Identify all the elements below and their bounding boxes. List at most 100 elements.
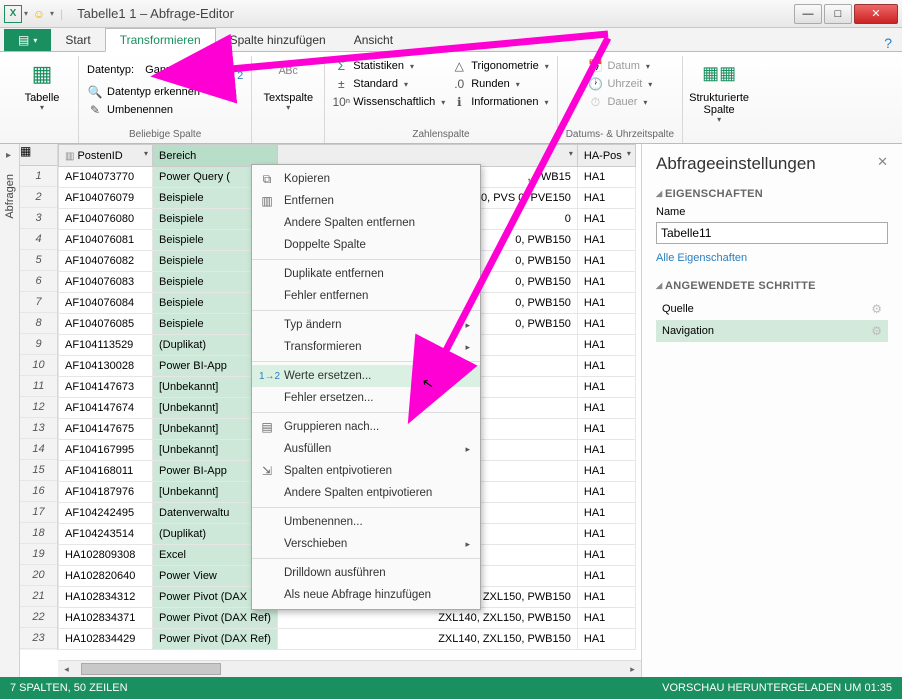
section-eigenschaften[interactable]: EIGENSCHAFTEN <box>656 188 888 200</box>
cell-postenid[interactable]: AF104076083 <box>59 272 153 293</box>
ctx-werte-ersetzen[interactable]: 1→2Werte ersetzen... <box>252 365 480 387</box>
close-panel-icon[interactable]: ✕ <box>877 154 888 170</box>
row-number[interactable]: 15 <box>20 460 57 481</box>
row-number[interactable]: 3 <box>20 208 57 229</box>
cell-hapos[interactable]: HA1 <box>577 482 635 503</box>
name-input[interactable] <box>656 222 888 244</box>
cell-hapos[interactable]: HA1 <box>577 314 635 335</box>
scroll-right-icon[interactable]: ▸ <box>624 662 641 677</box>
smiley-icon[interactable]: ☺ <box>30 5 48 23</box>
datentyp-erkennen[interactable]: 🔍Datentyp erkennen <box>87 84 243 100</box>
row-number[interactable]: 10 <box>20 355 57 376</box>
ctx-fehler-ersetzen[interactable]: Fehler ersetzen... <box>252 387 480 409</box>
section-schritte[interactable]: ANGEWENDETE SCHRITTE <box>656 280 888 292</box>
cell-hapos[interactable]: HA1 <box>577 188 635 209</box>
ctx-typ-aendern[interactable]: Typ ändern▸ <box>252 314 480 336</box>
tab-start[interactable]: Start <box>51 29 104 51</box>
runden[interactable]: .0Runden▾ <box>451 76 548 92</box>
row-number[interactable]: 16 <box>20 481 57 502</box>
strukturierte-spalte-button[interactable]: ▦▦ Strukturierte Spalte ▾ <box>691 56 747 125</box>
ctx-andere-entfernen[interactable]: Andere Spalten entfernen <box>252 212 480 234</box>
left-rail[interactable]: Abfragen <box>0 144 20 677</box>
minimize-button[interactable]: — <box>794 4 822 24</box>
table-row[interactable]: HA102834371Power Pivot (DAX Ref)ZXL140, … <box>59 608 636 629</box>
cell-hapos[interactable]: HA1 <box>577 608 635 629</box>
cell-hapos[interactable]: HA1 <box>577 377 635 398</box>
maximize-button[interactable]: □ <box>824 4 852 24</box>
trigonometrie[interactable]: △Trigonometrie▾ <box>451 58 548 74</box>
close-button[interactable]: ✕ <box>854 4 898 24</box>
row-header-corner[interactable]: ▦ <box>20 144 57 166</box>
alle-eigenschaften-link[interactable]: Alle Eigenschaften <box>656 252 888 264</box>
cell-postenid[interactable]: AF104076084 <box>59 293 153 314</box>
cell-hapos[interactable]: HA1 <box>577 356 635 377</box>
cell-hapos[interactable]: HA1 <box>577 629 635 650</box>
ctx-kopieren[interactable]: ⧉Kopieren <box>252 168 480 190</box>
informationen[interactable]: ℹInformationen▾ <box>451 94 548 110</box>
cell-postenid[interactable]: HA102809308 <box>59 545 153 566</box>
ctx-gruppieren[interactable]: ▤Gruppieren nach... <box>252 416 480 438</box>
col-dropdown-icon[interactable]: ▾ <box>569 149 573 158</box>
cell-mid[interactable]: ZXL140, ZXL150, PWB150 <box>277 629 577 650</box>
cell-postenid[interactable]: HA102834312 <box>59 587 153 608</box>
cell-postenid[interactable]: AF104168011 <box>59 461 153 482</box>
replace-values-ribbon-icon[interactable]: 1→2 <box>226 58 243 82</box>
cell-hapos[interactable]: HA1 <box>577 272 635 293</box>
qat-dropdown2-icon[interactable]: ▾ <box>50 9 54 18</box>
cell-postenid[interactable]: AF104076081 <box>59 230 153 251</box>
row-number[interactable]: 5 <box>20 250 57 271</box>
row-number[interactable]: 4 <box>20 229 57 250</box>
qat-dropdown-icon[interactable]: ▾ <box>24 9 28 18</box>
ctx-ausfuellen[interactable]: Ausfüllen▸ <box>252 438 480 460</box>
col-dropdown-icon[interactable]: ▾ <box>627 149 631 158</box>
cell-postenid[interactable]: AF104076080 <box>59 209 153 230</box>
cell-postenid[interactable]: AF104147675 <box>59 419 153 440</box>
horizontal-scrollbar[interactable]: ◂ ▸ <box>58 660 641 677</box>
table-button[interactable]: ▦ Tabelle ▾ <box>14 56 70 113</box>
row-number[interactable]: 18 <box>20 523 57 544</box>
row-number[interactable]: 21 <box>20 586 57 607</box>
cell-postenid[interactable]: AF104187976 <box>59 482 153 503</box>
ctx-transformieren[interactable]: Transformieren▸ <box>252 336 480 358</box>
step-quelle[interactable]: Quelle⚙ <box>656 298 888 320</box>
cell-mid[interactable]: ZXL140, ZXL150, PWB150 <box>277 608 577 629</box>
cell-hapos[interactable]: HA1 <box>577 398 635 419</box>
tab-ansicht[interactable]: Ansicht <box>340 29 407 51</box>
textspalte-button[interactable]: ᴬᴮᶜ Textspalte ▾ <box>260 56 316 113</box>
cell-postenid[interactable]: AF104147673 <box>59 377 153 398</box>
cell-bereich[interactable]: Power Pivot (DAX Ref) <box>153 608 278 629</box>
ctx-andere-entpivotieren[interactable]: Andere Spalten entpivotieren <box>252 482 480 504</box>
tab-spalte-hinzufuegen[interactable]: Spalte hinzufügen <box>216 29 340 51</box>
row-number[interactable]: 12 <box>20 397 57 418</box>
cell-hapos[interactable]: HA1 <box>577 524 635 545</box>
row-number[interactable]: 8 <box>20 313 57 334</box>
row-number[interactable]: 2 <box>20 187 57 208</box>
tab-transformieren[interactable]: Transformieren <box>105 28 216 52</box>
wissenschaftlich[interactable]: 10ⁿWissenschaftlich▾ <box>333 94 445 110</box>
cell-hapos[interactable]: HA1 <box>577 335 635 356</box>
row-number[interactable]: 11 <box>20 376 57 397</box>
row-number[interactable]: 14 <box>20 439 57 460</box>
cell-postenid[interactable]: AF104243514 <box>59 524 153 545</box>
ctx-doppelte[interactable]: Doppelte Spalte <box>252 234 480 256</box>
ctx-duplikate-entfernen[interactable]: Duplikate entfernen <box>252 263 480 285</box>
cell-hapos[interactable]: HA1 <box>577 461 635 482</box>
cell-hapos[interactable]: HA1 <box>577 230 635 251</box>
table-row[interactable]: HA102834429Power Pivot (DAX Ref)ZXL140, … <box>59 629 636 650</box>
row-number[interactable]: 20 <box>20 565 57 586</box>
cell-postenid[interactable]: AF104147674 <box>59 398 153 419</box>
cell-hapos[interactable]: HA1 <box>577 440 635 461</box>
umbenennen[interactable]: ✎Umbenennen <box>87 102 243 118</box>
cell-postenid[interactable]: AF104167995 <box>59 440 153 461</box>
cell-hapos[interactable]: HA1 <box>577 419 635 440</box>
cell-hapos[interactable]: HA1 <box>577 545 635 566</box>
file-menu[interactable]: ▤▾ <box>4 29 51 51</box>
ctx-neue-abfrage[interactable]: Als neue Abfrage hinzufügen <box>252 584 480 606</box>
ctx-entfernen[interactable]: ▥Entfernen <box>252 190 480 212</box>
cell-postenid[interactable]: AF104242495 <box>59 503 153 524</box>
row-number[interactable]: 7 <box>20 292 57 313</box>
ctx-entpivotieren[interactable]: ⇲Spalten entpivotieren <box>252 460 480 482</box>
cell-hapos[interactable]: HA1 <box>577 587 635 608</box>
context-menu[interactable]: ⧉Kopieren ▥Entfernen Andere Spalten entf… <box>251 164 481 610</box>
row-number[interactable]: 9 <box>20 334 57 355</box>
